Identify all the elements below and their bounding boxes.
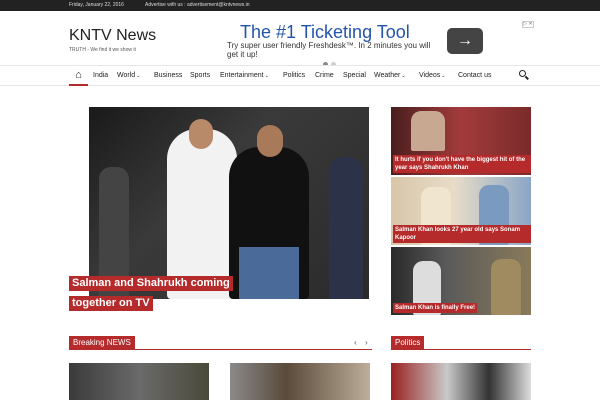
- featured-title-line[interactable]: together on TV: [69, 296, 153, 311]
- home-icon[interactable]: ⌂: [69, 66, 88, 86]
- section-title[interactable]: Breaking NEWS: [69, 336, 135, 350]
- nav-item-label: Politics: [283, 72, 306, 79]
- nav-item-india[interactable]: India: [93, 66, 108, 85]
- side-story-2[interactable]: Salman Khan looks 27 year old says Sonam…: [391, 177, 531, 245]
- search-icon[interactable]: [518, 69, 530, 81]
- nav-item-label: Contact us: [458, 72, 492, 79]
- nav-item-label: Sports: [190, 72, 211, 79]
- nav-item-contact[interactable]: Contact us: [458, 66, 491, 85]
- current-date: Friday, January 22, 2016: [69, 2, 124, 8]
- nav-item-entertainment[interactable]: Entertainment⌄: [220, 66, 269, 85]
- breaking-news-thumbnail[interactable]: [69, 363, 209, 400]
- featured-story-image[interactable]: [89, 107, 369, 299]
- next-arrow-icon[interactable]: ›: [365, 336, 368, 350]
- nav-item-label: Weather: [374, 72, 401, 79]
- image-figure: [257, 125, 283, 157]
- chevron-down-icon: ⌄: [264, 73, 269, 79]
- ad-banner[interactable]: The #1 Ticketing Tool Try super user fri…: [221, 19, 534, 67]
- arrow-right-icon[interactable]: →: [447, 28, 483, 54]
- main-navigation: ⌂ India World⌄ Business Sports Entertain…: [0, 65, 600, 86]
- site-tagline: TRUTH - We find it we show it: [69, 47, 136, 53]
- image-figure: [189, 119, 213, 149]
- nav-item-business[interactable]: Business: [154, 66, 182, 85]
- image-figure: [239, 247, 299, 299]
- nav-item-politics[interactable]: Politics: [283, 66, 305, 85]
- nav-item-label: Entertainment: [220, 72, 264, 79]
- nav-item-label: World: [117, 72, 136, 79]
- nav-item-crime[interactable]: Crime: [315, 66, 334, 85]
- featured-title-line[interactable]: Salman and Shahrukh coming: [69, 276, 233, 291]
- side-story-1[interactable]: It hurts if you don't have the biggest h…: [391, 107, 531, 175]
- side-story-title[interactable]: It hurts if you don't have the biggest h…: [393, 155, 531, 173]
- nav-item-special[interactable]: Special: [343, 66, 366, 85]
- image-figure: [491, 259, 521, 315]
- nav-item-videos[interactable]: Videos⌄: [419, 66, 445, 85]
- nav-item-label: Crime: [315, 72, 334, 79]
- breaking-news-section-header: Breaking NEWS ‹ ›: [69, 336, 372, 350]
- prev-arrow-icon[interactable]: ‹: [354, 336, 357, 350]
- side-story-3[interactable]: Salman Khan is finally Free!: [391, 247, 531, 315]
- top-bar: Friday, January 22, 2016 Advertise with …: [0, 0, 600, 11]
- section-title[interactable]: Politics: [391, 336, 425, 350]
- nav-item-label: Business: [154, 72, 183, 79]
- ad-choices-icon[interactable]: ▷ ✕: [522, 21, 534, 28]
- politics-thumbnail[interactable]: [391, 363, 531, 400]
- side-story-title[interactable]: Salman Khan looks 27 year old says Sonam…: [393, 225, 531, 243]
- nav-item-world[interactable]: World⌄: [117, 66, 140, 85]
- nav-item-sports[interactable]: Sports: [190, 66, 210, 85]
- breaking-news-thumbnail[interactable]: [230, 363, 370, 400]
- featured-story-title[interactable]: Salman and Shahrukh coming together on T…: [69, 273, 233, 313]
- nav-item-weather[interactable]: Weather⌄: [374, 66, 406, 85]
- image-figure: [411, 111, 445, 151]
- chevron-down-icon: ⌄: [136, 73, 141, 79]
- image-figure: [329, 157, 363, 299]
- nav-item-label: India: [93, 72, 109, 79]
- nav-item-label: Special: [343, 72, 366, 79]
- site-logo[interactable]: KNTV News: [69, 27, 156, 45]
- side-story-title[interactable]: Salman Khan is finally Free!: [393, 303, 478, 313]
- politics-section-header: Politics: [391, 336, 531, 350]
- chevron-down-icon: ⌄: [441, 73, 446, 79]
- chevron-down-icon: ⌄: [401, 73, 406, 79]
- nav-item-label: Videos: [419, 72, 441, 79]
- ad-title[interactable]: The #1 Ticketing Tool: [240, 22, 410, 43]
- advertise-contact[interactable]: Advertise with us : advertisement@kntvne…: [145, 0, 250, 11]
